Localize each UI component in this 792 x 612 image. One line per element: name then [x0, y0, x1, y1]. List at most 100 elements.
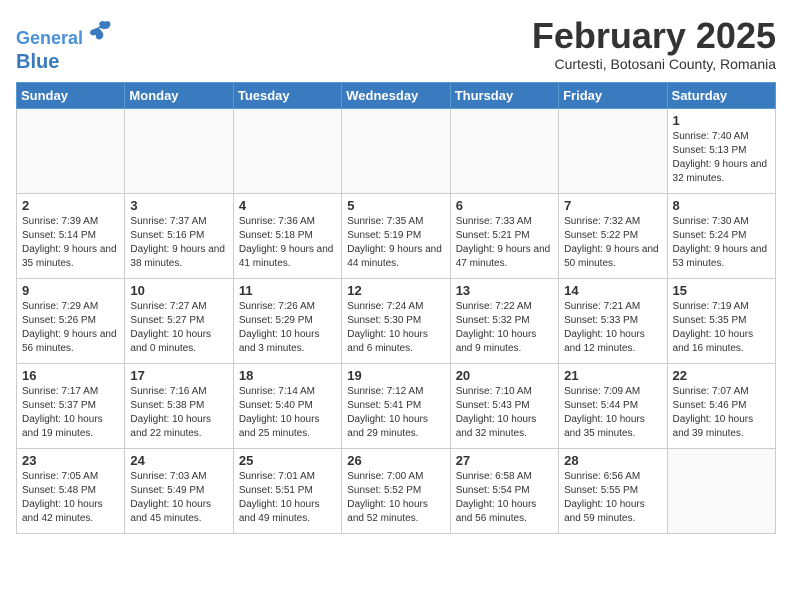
day-number: 13 [456, 283, 553, 298]
day-info: Sunrise: 6:58 AM Sunset: 5:54 PM Dayligh… [456, 470, 553, 526]
day-number: 4 [239, 198, 336, 213]
week-row-4: 16 Sunrise: 7:17 AM Sunset: 5:37 PM Dayli… [17, 363, 776, 448]
logo-blue: Blue [16, 50, 113, 74]
day-info: Sunrise: 7:00 AM Sunset: 5:52 PM Dayligh… [347, 470, 444, 526]
calendar-cell: 3 Sunrise: 7:37 AM Sunset: 5:16 PM Daylig… [125, 193, 233, 278]
day-info: Sunrise: 7:39 AM Sunset: 5:14 PM Dayligh… [22, 215, 119, 271]
calendar-cell: 4Sunrise: 7:36 AM Sunset: 5:18 PM Daylig… [233, 193, 341, 278]
day-info: Sunrise: 7:19 AM Sunset: 5:35 PM Dayligh… [673, 300, 770, 356]
day-number: 17 [130, 368, 227, 383]
calendar-cell: 23 Sunrise: 7:05 AM Sunset: 5:48 PM Dayli… [17, 448, 125, 533]
calendar-cell: 2Sunrise: 7:39 AM Sunset: 5:14 PM Daylig… [17, 193, 125, 278]
day-info: Sunrise: 7:40 AM Sunset: 5:13 PM Dayligh… [673, 130, 770, 186]
logo-general: General [16, 28, 83, 48]
day-info: Sunrise: 7:01 AM Sunset: 5:51 PM Dayligh… [239, 470, 336, 526]
day-number: 7 [564, 198, 661, 213]
day-number: 20 [456, 368, 553, 383]
calendar-cell: 22 Sunrise: 7:07 AM Sunset: 5:46 PM Dayli… [667, 363, 775, 448]
weekday-header-tuesday: Tuesday [233, 82, 341, 108]
week-row-1: 1 Sunrise: 7:40 AM Sunset: 5:13 PM Daylig… [17, 108, 776, 193]
day-number: 8 [673, 198, 770, 213]
calendar-cell: 15 Sunrise: 7:19 AM Sunset: 5:35 PM Dayli… [667, 278, 775, 363]
calendar-cell [450, 108, 558, 193]
weekday-header-friday: Friday [559, 82, 667, 108]
calendar-cell: 13 Sunrise: 7:22 AM Sunset: 5:32 PM Dayli… [450, 278, 558, 363]
calendar-cell: 26 Sunrise: 7:00 AM Sunset: 5:52 PM Dayli… [342, 448, 450, 533]
week-row-2: 2Sunrise: 7:39 AM Sunset: 5:14 PM Daylig… [17, 193, 776, 278]
calendar-cell: 27Sunrise: 6:58 AM Sunset: 5:54 PM Dayli… [450, 448, 558, 533]
day-info: Sunrise: 7:27 AM Sunset: 5:27 PM Dayligh… [130, 300, 227, 356]
weekday-header-row: SundayMondayTuesdayWednesdayThursdayFrid… [17, 82, 776, 108]
calendar-cell: 1 Sunrise: 7:40 AM Sunset: 5:13 PM Daylig… [667, 108, 775, 193]
day-number: 22 [673, 368, 770, 383]
day-info: Sunrise: 7:21 AM Sunset: 5:33 PM Dayligh… [564, 300, 661, 356]
day-number: 23 [22, 453, 119, 468]
calendar-cell: 17 Sunrise: 7:16 AM Sunset: 5:38 PM Dayli… [125, 363, 233, 448]
calendar-cell [342, 108, 450, 193]
calendar-cell: 10 Sunrise: 7:27 AM Sunset: 5:27 PM Dayli… [125, 278, 233, 363]
day-number: 21 [564, 368, 661, 383]
day-info: Sunrise: 7:33 AM Sunset: 5:21 PM Dayligh… [456, 215, 553, 271]
day-number: 24 [130, 453, 227, 468]
day-info: Sunrise: 7:07 AM Sunset: 5:46 PM Dayligh… [673, 385, 770, 441]
day-number: 15 [673, 283, 770, 298]
day-number: 6 [456, 198, 553, 213]
week-row-5: 23 Sunrise: 7:05 AM Sunset: 5:48 PM Dayli… [17, 448, 776, 533]
calendar-cell: 18Sunrise: 7:14 AM Sunset: 5:40 PM Dayli… [233, 363, 341, 448]
day-number: 25 [239, 453, 336, 468]
day-info: Sunrise: 7:37 AM Sunset: 5:16 PM Dayligh… [130, 215, 227, 271]
calendar-cell [559, 108, 667, 193]
day-info: Sunrise: 6:56 AM Sunset: 5:55 PM Dayligh… [564, 470, 661, 526]
day-info: Sunrise: 7:09 AM Sunset: 5:44 PM Dayligh… [564, 385, 661, 441]
day-number: 16 [22, 368, 119, 383]
day-info: Sunrise: 7:29 AM Sunset: 5:26 PM Dayligh… [22, 300, 119, 356]
day-info: Sunrise: 7:24 AM Sunset: 5:30 PM Dayligh… [347, 300, 444, 356]
day-info: Sunrise: 7:10 AM Sunset: 5:43 PM Dayligh… [456, 385, 553, 441]
calendar-cell: 16 Sunrise: 7:17 AM Sunset: 5:37 PM Dayli… [17, 363, 125, 448]
day-number: 11 [239, 283, 336, 298]
day-info: Sunrise: 7:12 AM Sunset: 5:41 PM Dayligh… [347, 385, 444, 441]
day-number: 10 [130, 283, 227, 298]
title-block: February 2025 Curtesti, Botosani County,… [532, 16, 776, 72]
day-info: Sunrise: 7:16 AM Sunset: 5:38 PM Dayligh… [130, 385, 227, 441]
day-number: 5 [347, 198, 444, 213]
calendar-cell: 21 Sunrise: 7:09 AM Sunset: 5:44 PM Dayli… [559, 363, 667, 448]
day-info: Sunrise: 7:22 AM Sunset: 5:32 PM Dayligh… [456, 300, 553, 356]
calendar-cell: 5 Sunrise: 7:35 AM Sunset: 5:19 PM Daylig… [342, 193, 450, 278]
calendar-cell: 8Sunrise: 7:30 AM Sunset: 5:24 PM Daylig… [667, 193, 775, 278]
weekday-header-sunday: Sunday [17, 82, 125, 108]
calendar-cell: 25 Sunrise: 7:01 AM Sunset: 5:51 PM Dayli… [233, 448, 341, 533]
logo-bird-icon [85, 16, 113, 44]
calendar-cell: 20 Sunrise: 7:10 AM Sunset: 5:43 PM Dayli… [450, 363, 558, 448]
logo-text: General [16, 16, 113, 50]
calendar-cell [667, 448, 775, 533]
calendar-cell: 9Sunrise: 7:29 AM Sunset: 5:26 PM Daylig… [17, 278, 125, 363]
calendar-cell: 24 Sunrise: 7:03 AM Sunset: 5:49 PM Dayli… [125, 448, 233, 533]
day-info: Sunrise: 7:05 AM Sunset: 5:48 PM Dayligh… [22, 470, 119, 526]
calendar-cell: 28 Sunrise: 6:56 AM Sunset: 5:55 PM Dayli… [559, 448, 667, 533]
day-number: 3 [130, 198, 227, 213]
day-info: Sunrise: 7:35 AM Sunset: 5:19 PM Dayligh… [347, 215, 444, 271]
day-number: 14 [564, 283, 661, 298]
day-number: 12 [347, 283, 444, 298]
calendar-cell: 12 Sunrise: 7:24 AM Sunset: 5:30 PM Dayli… [342, 278, 450, 363]
weekday-header-saturday: Saturday [667, 82, 775, 108]
day-info: Sunrise: 7:26 AM Sunset: 5:29 PM Dayligh… [239, 300, 336, 356]
day-info: Sunrise: 7:03 AM Sunset: 5:49 PM Dayligh… [130, 470, 227, 526]
calendar-cell: 19 Sunrise: 7:12 AM Sunset: 5:41 PM Dayli… [342, 363, 450, 448]
weekday-header-monday: Monday [125, 82, 233, 108]
week-row-3: 9Sunrise: 7:29 AM Sunset: 5:26 PM Daylig… [17, 278, 776, 363]
calendar-cell [125, 108, 233, 193]
calendar-cell: 7 Sunrise: 7:32 AM Sunset: 5:22 PM Daylig… [559, 193, 667, 278]
calendar-subtitle: Curtesti, Botosani County, Romania [532, 56, 776, 72]
weekday-header-wednesday: Wednesday [342, 82, 450, 108]
logo: General Blue [16, 16, 113, 74]
day-number: 26 [347, 453, 444, 468]
day-info: Sunrise: 7:17 AM Sunset: 5:37 PM Dayligh… [22, 385, 119, 441]
day-number: 19 [347, 368, 444, 383]
calendar-cell: 14 Sunrise: 7:21 AM Sunset: 5:33 PM Dayli… [559, 278, 667, 363]
day-number: 28 [564, 453, 661, 468]
day-info: Sunrise: 7:32 AM Sunset: 5:22 PM Dayligh… [564, 215, 661, 271]
page-header: General Blue February 2025 Curtesti, Bot… [16, 16, 776, 74]
day-number: 1 [673, 113, 770, 128]
